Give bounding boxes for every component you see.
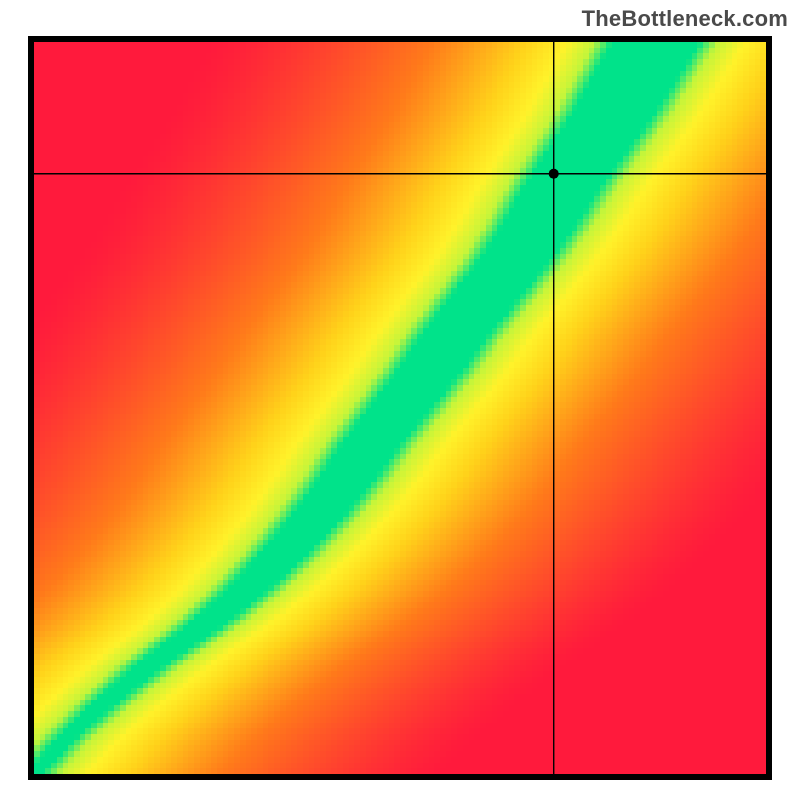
attribution-label: TheBottleneck.com <box>582 6 788 32</box>
heatmap-plot <box>28 36 772 780</box>
heatmap-canvas <box>28 36 772 780</box>
